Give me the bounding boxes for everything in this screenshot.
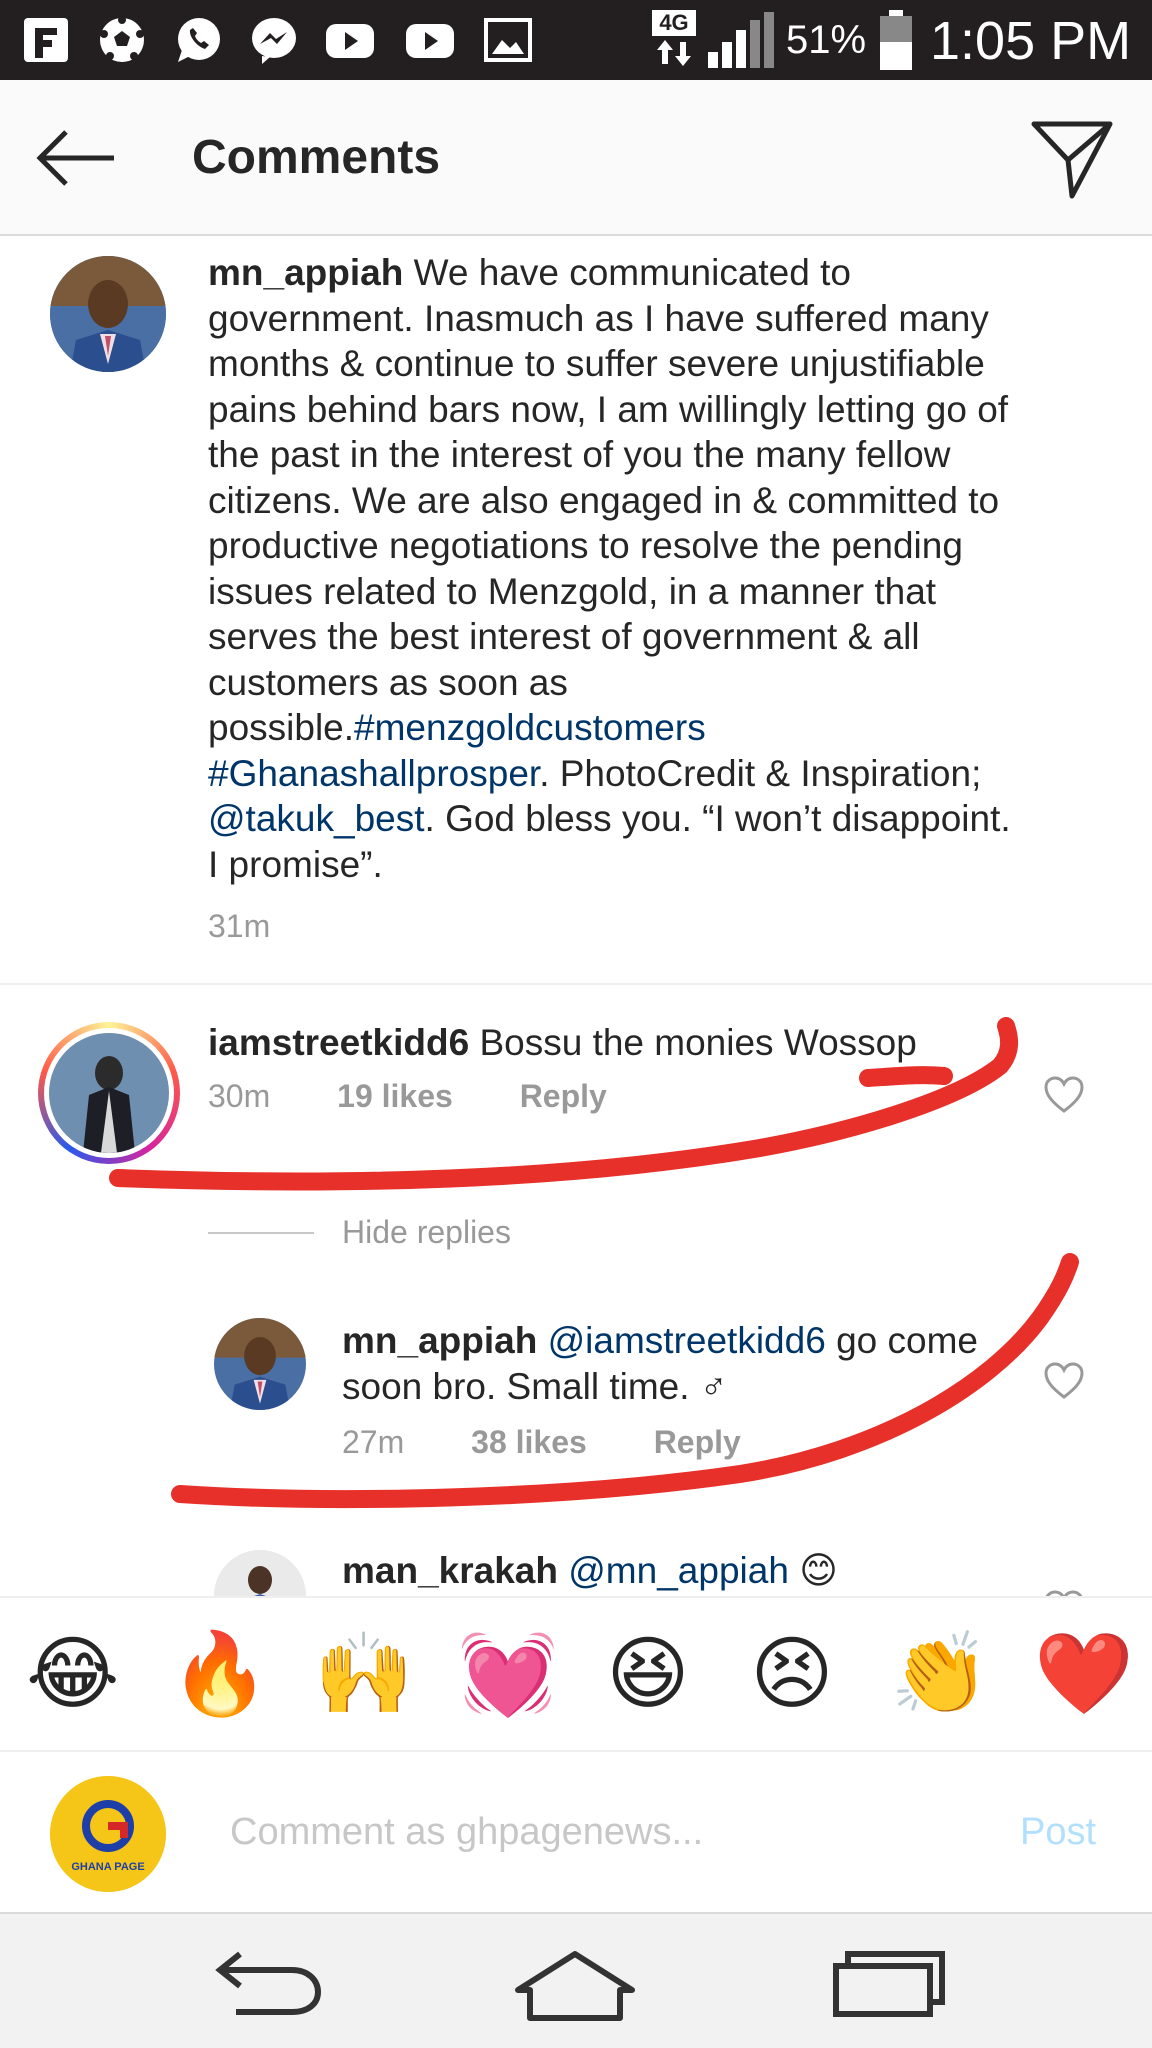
data-arrows-icon bbox=[657, 40, 691, 66]
header: Comments bbox=[0, 80, 1152, 236]
emoji-button[interactable]: 🙌 bbox=[314, 1628, 414, 1720]
emoji-button[interactable]: 😣 bbox=[746, 1628, 838, 1720]
ghana-page-logo-icon: GHANA PAGE bbox=[50, 1776, 166, 1892]
emoji-button[interactable]: 😂 bbox=[26, 1628, 119, 1720]
gallery-icon bbox=[482, 14, 534, 66]
emoji-button[interactable]: 👏 bbox=[890, 1628, 990, 1720]
emoji-button[interactable]: 🔥 bbox=[170, 1628, 270, 1720]
avatar[interactable]: GHANA PAGE bbox=[50, 1776, 166, 1892]
battery-icon bbox=[880, 10, 912, 70]
comment-composer: GHANA PAGE Post bbox=[0, 1752, 1152, 1914]
comments-list[interactable]: mn_appiah We have communicated to govern… bbox=[0, 238, 1152, 1596]
battery-percent: 51% bbox=[786, 18, 867, 62]
arrow-left-icon bbox=[36, 130, 114, 186]
signal-icon bbox=[708, 12, 774, 68]
messenger-icon bbox=[248, 14, 300, 66]
recents-nav-icon[interactable] bbox=[820, 1944, 950, 2024]
comment-input[interactable] bbox=[230, 1800, 990, 1864]
network-indicator: 4G bbox=[652, 10, 696, 70]
emoji-quick-bar: 😂 🔥 🙌 💓 😆 😣 👏 ❤️ bbox=[0, 1596, 1152, 1752]
youtube-icon bbox=[404, 14, 456, 66]
back-nav-icon[interactable] bbox=[200, 1944, 330, 2024]
home-nav-icon[interactable] bbox=[510, 1944, 640, 2024]
paper-plane-icon[interactable] bbox=[1030, 116, 1114, 200]
whatsapp-icon bbox=[172, 14, 224, 66]
back-button[interactable] bbox=[34, 118, 118, 198]
youtube-icon bbox=[324, 14, 376, 66]
red-annotation-marks bbox=[109, 1017, 1079, 1509]
svg-text:GHANA PAGE: GHANA PAGE bbox=[71, 1861, 144, 1873]
network-type: 4G bbox=[652, 10, 696, 36]
post-button[interactable]: Post bbox=[1020, 1804, 1096, 1860]
status-bar: 4G 51% 1:05 PM bbox=[0, 0, 1152, 80]
emoji-button[interactable]: 😆 bbox=[602, 1628, 694, 1720]
system-nav-bar bbox=[0, 1914, 1152, 2048]
clock: 1:05 PM bbox=[930, 11, 1132, 71]
soccer-ball-icon bbox=[96, 14, 148, 66]
emoji-button[interactable]: ❤️ bbox=[1034, 1628, 1134, 1720]
flipboard-icon bbox=[20, 14, 72, 66]
emoji-button[interactable]: 💓 bbox=[458, 1628, 558, 1720]
page-title: Comments bbox=[192, 131, 441, 184]
